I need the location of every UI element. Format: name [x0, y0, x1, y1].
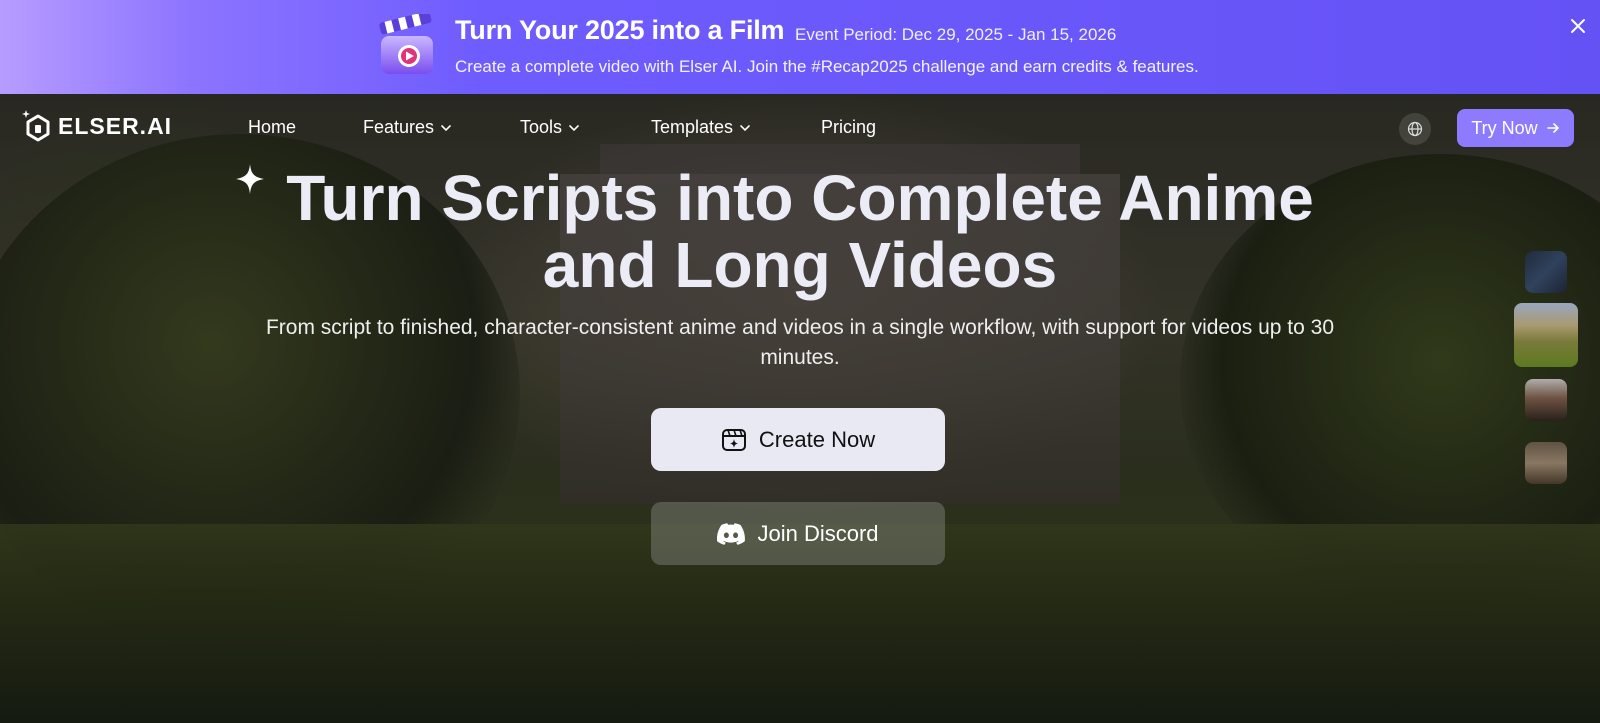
nav-home[interactable]: Home: [248, 117, 296, 138]
create-now-label: Create Now: [758, 426, 876, 452]
chevron-down-icon: [740, 124, 750, 131]
interior-scene-thumbnail[interactable]: [1525, 442, 1567, 484]
language-button[interactable]: [1399, 113, 1431, 145]
nav-features[interactable]: Features: [363, 117, 452, 138]
site-logo[interactable]: ELSER.AI: [22, 109, 172, 143]
manor-house-thumbnail[interactable]: [1514, 303, 1578, 367]
nav-templates-label: Templates: [651, 117, 734, 137]
nav-pricing-label: Pricing: [821, 117, 877, 137]
calendar-sparkle-icon: [721, 428, 746, 451]
clapperboard-play-icon: [379, 14, 433, 74]
create-now-button[interactable]: Create Now: [651, 408, 945, 471]
character-portrait-thumbnail[interactable]: [1525, 379, 1567, 421]
close-icon[interactable]: [1568, 16, 1588, 36]
banner-event-period: Event Period: Dec 29, 2025 - Jan 15, 202…: [795, 25, 1117, 44]
banner-title: Turn Your 2025 into a Film: [455, 15, 785, 45]
nav-features-label: Features: [363, 117, 435, 137]
promo-banner[interactable]: Turn Your 2025 into a Film Event Period:…: [0, 0, 1600, 94]
logo-hexagon-icon: [22, 110, 50, 142]
nav-tools-label: Tools: [520, 117, 563, 137]
banner-subtitle: Create a complete video with Elser AI. J…: [455, 57, 1199, 76]
logo-text: ELSER.AI: [58, 112, 173, 139]
chevron-down-icon: [569, 124, 579, 131]
join-discord-label: Join Discord: [757, 520, 879, 546]
nav-templates[interactable]: Templates: [651, 117, 751, 138]
discord-icon: [717, 522, 746, 545]
nav-tools[interactable]: Tools: [520, 117, 580, 138]
hero-subtext: From script to finished, character-consi…: [265, 316, 1335, 369]
arrow-right-icon: [1546, 123, 1559, 133]
nav-home-label: Home: [248, 117, 297, 137]
globe-icon: [1407, 121, 1423, 137]
try-now-button[interactable]: Try Now: [1457, 109, 1574, 147]
join-discord-button[interactable]: Join Discord: [651, 502, 945, 565]
hero-headline: Turn Scripts into Complete Anime and Lon…: [286, 162, 1314, 301]
chevron-down-icon: [441, 124, 451, 131]
nav-pricing[interactable]: Pricing: [821, 117, 876, 138]
night-scene-thumbnail[interactable]: [1525, 251, 1567, 293]
try-now-label: Try Now: [1471, 117, 1538, 138]
